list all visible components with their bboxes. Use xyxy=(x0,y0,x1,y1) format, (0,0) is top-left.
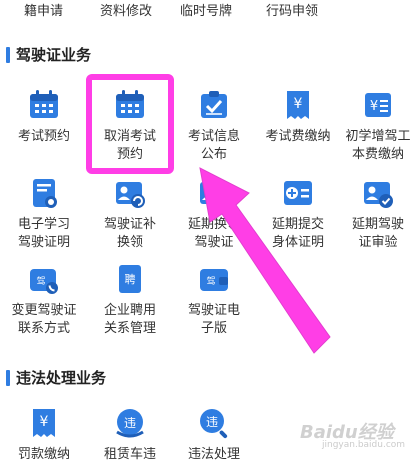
tile-rental-violation[interactable]: 违 租赁车违 xyxy=(88,406,172,464)
tile-label: 罚款缴纳 xyxy=(17,447,70,462)
svg-text:违: 违 xyxy=(124,416,136,430)
violation-badge-icon: 违 xyxy=(116,409,144,438)
svg-text:违: 违 xyxy=(206,415,218,429)
watermark-url: jingyan.baidu.com xyxy=(322,440,406,450)
tile-label: 违法处理 xyxy=(187,447,240,462)
pointer-arrow xyxy=(199,167,331,354)
svg-text:¥: ¥ xyxy=(40,414,49,430)
section-title-violation: 违法处理业务 xyxy=(6,367,106,388)
tile-violation-handling[interactable]: 违 违法处理 xyxy=(172,406,256,464)
section-title-text: 违法处理业务 xyxy=(16,369,107,387)
tile-fine-payment[interactable]: ¥ 罚款缴纳 xyxy=(2,406,86,464)
violation-search-icon: 违 xyxy=(200,409,228,439)
section-accent-bar xyxy=(6,369,10,386)
yen-receipt-icon: ¥ xyxy=(33,409,55,437)
tile-label: 租赁车违 xyxy=(103,447,156,462)
